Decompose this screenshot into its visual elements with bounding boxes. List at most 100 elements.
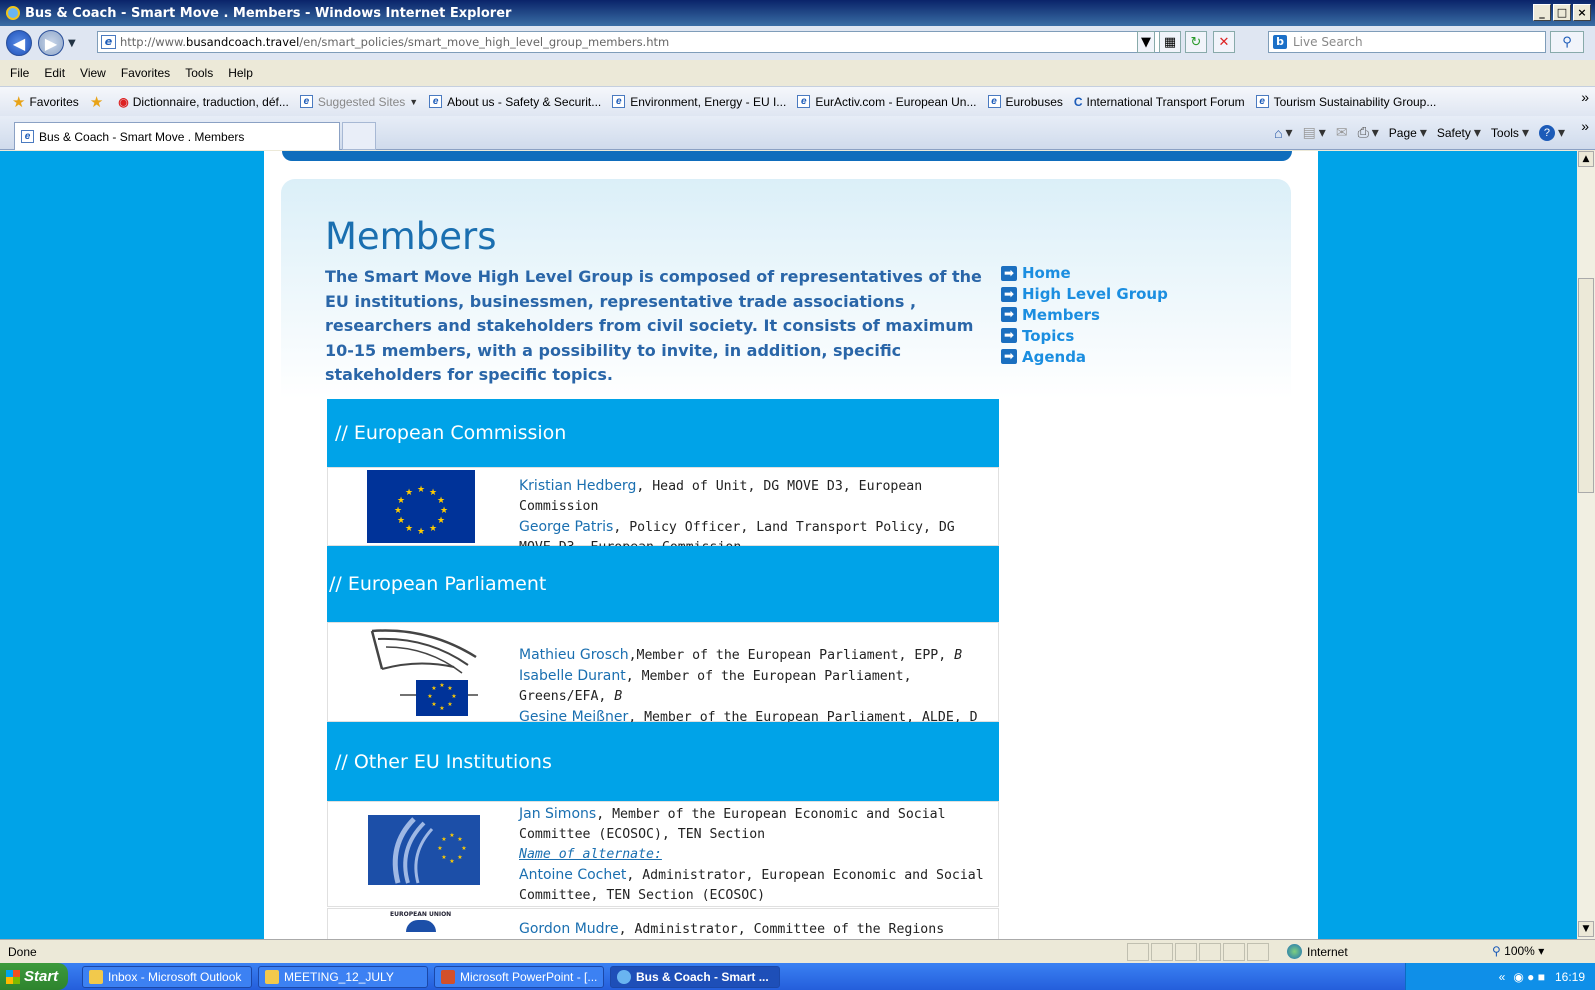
- recent-pages-chevron-icon[interactable]: ▼: [68, 38, 76, 49]
- svg-text:★: ★: [417, 485, 425, 495]
- commandbar-overflow-icon[interactable]: »: [1581, 118, 1589, 134]
- svg-text:★: ★: [457, 854, 462, 861]
- fav-label: International Transport Forum: [1086, 94, 1245, 109]
- member-name-link[interactable]: George Patris: [519, 519, 613, 535]
- search-input[interactable]: b Live Search: [1268, 31, 1546, 53]
- svg-text:★: ★: [429, 488, 437, 498]
- menu-tools[interactable]: Tools: [185, 66, 213, 80]
- stop-icon[interactable]: ✕: [1213, 31, 1235, 53]
- home-button[interactable]: ⌂ ▾: [1274, 124, 1293, 141]
- fav-link-suggested-sites[interactable]: e Suggested Sites ▼: [299, 95, 418, 109]
- fav-link-eurobuses[interactable]: e Eurobuses: [987, 95, 1063, 109]
- menu-edit[interactable]: Edit: [44, 66, 65, 80]
- menu-view[interactable]: View: [80, 66, 106, 80]
- member-name-link[interactable]: Gordon Mudre: [519, 921, 619, 937]
- nav-link-high-level-group[interactable]: ➡ High Level Group: [1001, 284, 1168, 305]
- member-name-link[interactable]: Jan Simons: [519, 806, 596, 822]
- fav-link-about-us[interactable]: e About us - Safety & Securit...: [429, 95, 601, 109]
- page-menu-button[interactable]: Page ▾: [1389, 124, 1427, 141]
- maximize-button[interactable]: □: [1553, 4, 1571, 21]
- taskbar-label: Inbox - Microsoft Outlook: [108, 969, 242, 984]
- member-country: B: [614, 689, 623, 704]
- header-band: [282, 151, 1292, 161]
- back-button[interactable]: ◀: [6, 30, 32, 56]
- taskbar-button-meeting-folder[interactable]: MEETING_12_JULY: [258, 965, 428, 988]
- ie-page-icon: e: [429, 95, 443, 108]
- compatibility-icon[interactable]: ▦: [1159, 31, 1181, 53]
- fav-link-environment[interactable]: e Environment, Energy - EU I...: [612, 95, 786, 109]
- scroll-up-icon[interactable]: ▲: [1578, 151, 1594, 167]
- chevron-down-icon: ▾: [1557, 124, 1565, 140]
- tray-expand-icon[interactable]: «: [1499, 970, 1506, 984]
- globe-icon: [1287, 944, 1302, 959]
- favorites-overflow-icon[interactable]: »: [1581, 89, 1589, 105]
- member-row-parliament: ★ ★ ★ ★ ★ ★ ★ ★ Mathieu Grosch,Member of the …: [327, 622, 999, 725]
- search-button-icon[interactable]: ⚲: [1550, 31, 1584, 53]
- print-button[interactable]: ⎙ ▾: [1358, 124, 1379, 141]
- vertical-scrollbar[interactable]: ▲ ▼: [1577, 151, 1595, 939]
- menu-favorites[interactable]: Favorites: [121, 66, 170, 80]
- start-label: Start: [24, 968, 59, 985]
- new-tab-button[interactable]: [342, 122, 376, 150]
- tray-icons[interactable]: ◉ ● ■: [1513, 970, 1545, 984]
- member-name-link[interactable]: Antoine Cochet: [519, 867, 626, 883]
- ie-page-icon: e: [612, 95, 626, 108]
- star-icon: ★: [12, 93, 26, 111]
- fav-link-tourism[interactable]: e Tourism Sustainability Group...: [1255, 95, 1436, 109]
- safety-menu-button[interactable]: Safety ▾: [1437, 124, 1481, 141]
- member-name-link[interactable]: Kristian Hedberg: [519, 478, 636, 494]
- zoom-control[interactable]: ⚲ 100% ▾: [1492, 944, 1544, 958]
- scroll-down-icon[interactable]: ▼: [1578, 921, 1594, 937]
- ie-page-icon: e: [797, 95, 811, 108]
- tools-menu-button[interactable]: Tools ▾: [1491, 124, 1529, 141]
- taskbar-button-outlook[interactable]: Inbox - Microsoft Outlook: [82, 965, 252, 988]
- help-icon: ?: [1538, 124, 1555, 141]
- favorites-button[interactable]: ★ Favorites: [12, 93, 79, 111]
- mail-button[interactable]: ✉: [1336, 124, 1348, 141]
- nav-label: Members: [1022, 305, 1100, 324]
- refresh-icon[interactable]: ↻: [1185, 31, 1207, 53]
- close-button[interactable]: ×: [1573, 4, 1591, 21]
- forward-button[interactable]: ▶: [38, 30, 64, 56]
- nav-link-topics[interactable]: ➡ Topics: [1001, 325, 1168, 346]
- nav-label: Agenda: [1022, 347, 1087, 366]
- home-icon: ⌂: [1274, 124, 1283, 141]
- taskbar-label: Bus & Coach - Smart ...: [636, 969, 769, 984]
- start-button[interactable]: Start: [0, 963, 68, 990]
- address-input[interactable]: e http://www. busandcoach.travel/en/smart…: [97, 31, 1171, 53]
- svg-text:★: ★: [457, 836, 462, 843]
- itf-icon: C: [1073, 94, 1083, 109]
- fav-link-dictionnaire[interactable]: ◉ Dictionnaire, traduction, déf...: [118, 95, 289, 109]
- address-dropdown-icon[interactable]: ▼: [1137, 31, 1155, 53]
- fav-link-itf[interactable]: C International Transport Forum: [1074, 95, 1245, 109]
- clock: 16:19: [1554, 969, 1585, 984]
- minimize-button[interactable]: _: [1533, 4, 1551, 21]
- powerpoint-icon: [441, 969, 455, 984]
- scrollbar-thumb[interactable]: [1578, 278, 1594, 493]
- taskbar-button-powerpoint[interactable]: Microsoft PowerPoint - [...: [434, 965, 604, 988]
- svg-text:★: ★: [394, 506, 402, 516]
- taskbar: Start Inbox - Microsoft Outlook MEETING_…: [0, 963, 1595, 990]
- tab-active[interactable]: e Bus & Coach - Smart Move . Members: [14, 122, 340, 150]
- taskbar-button-internet-explorer[interactable]: Bus & Coach - Smart ...: [610, 965, 780, 988]
- system-tray: « ◉ ● ■ 16:19: [1405, 963, 1595, 990]
- security-zone[interactable]: Internet: [1287, 944, 1348, 959]
- ie-logo-icon: [6, 6, 20, 20]
- member-name-link[interactable]: Isabelle Durant: [519, 668, 626, 684]
- status-bar: Done Internet ⚲ 100% ▾: [0, 939, 1595, 963]
- arrow-right-icon: ➡: [1001, 307, 1017, 323]
- nav-link-agenda[interactable]: ➡ Agenda: [1001, 346, 1168, 367]
- feeds-button[interactable]: ▤ ▾: [1303, 124, 1326, 141]
- nav-link-members[interactable]: ➡ Members: [1001, 305, 1168, 326]
- favorites-label: Favorites: [29, 94, 79, 109]
- chevron-down-icon: ▾: [1371, 124, 1379, 140]
- section-heading-european-commission: // European Commission: [327, 399, 999, 467]
- fav-link-euractiv[interactable]: e EurActiv.com - European Un...: [797, 95, 977, 109]
- nav-link-home[interactable]: ➡ Home: [1001, 263, 1168, 284]
- add-favorite-button[interactable]: ★: [90, 93, 107, 111]
- menu-help[interactable]: Help: [228, 66, 253, 80]
- member-name-link[interactable]: Mathieu Grosch: [519, 647, 629, 663]
- help-button[interactable]: ? ▾: [1538, 124, 1565, 141]
- svg-text:★: ★: [449, 832, 454, 839]
- menu-file[interactable]: File: [10, 66, 29, 80]
